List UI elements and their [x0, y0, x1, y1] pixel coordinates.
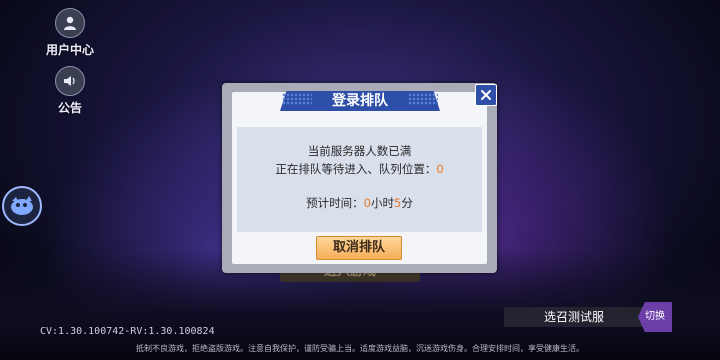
switch-server-button[interactable]: 切换 — [638, 302, 672, 332]
mascot-icon[interactable] — [2, 186, 42, 226]
queue-position-value: 0 — [436, 162, 444, 176]
queue-message-box: 当前服务器人数已满 正在排队等待进入、队列位置：0 预计时间：0小时5分 — [237, 127, 482, 232]
server-name: 选召测试服 — [544, 310, 605, 324]
estimated-hours: 0 — [363, 196, 371, 210]
queue-position-line: 正在排队等待进入、队列位置：0 — [237, 161, 482, 177]
close-button[interactable] — [475, 84, 497, 106]
speaker-icon — [55, 66, 85, 96]
version-text: CV:1.30.100742-RV:1.30.100824 — [40, 326, 215, 337]
queue-position-label: 正在排队等待进入、队列位置： — [275, 162, 437, 176]
minutes-unit: 分 — [401, 196, 413, 210]
hours-unit: 小时 — [371, 196, 394, 210]
close-icon — [481, 90, 491, 100]
dialog-title: 登录排队 — [332, 93, 388, 109]
user-center-button[interactable]: 用户中心 — [40, 8, 100, 58]
health-notice: 抵制不良游戏，拒绝盗版游戏。注意自我保护，谨防受骗上当。适度游戏益脑，沉迷游戏伤… — [136, 344, 584, 353]
user-icon — [55, 8, 85, 38]
announcement-label: 公告 — [57, 101, 82, 115]
estimated-time-label: 预计时间： — [306, 196, 364, 210]
server-selector[interactable]: 选召测试服 — [504, 307, 652, 327]
estimated-time-line: 预计时间：0小时5分 — [237, 195, 482, 211]
announcement-button[interactable]: 公告 — [40, 66, 100, 116]
cancel-queue-button[interactable]: 取消排队 — [316, 236, 402, 260]
user-center-label: 用户中心 — [45, 43, 94, 57]
server-full-text: 当前服务器人数已满 — [307, 144, 412, 158]
